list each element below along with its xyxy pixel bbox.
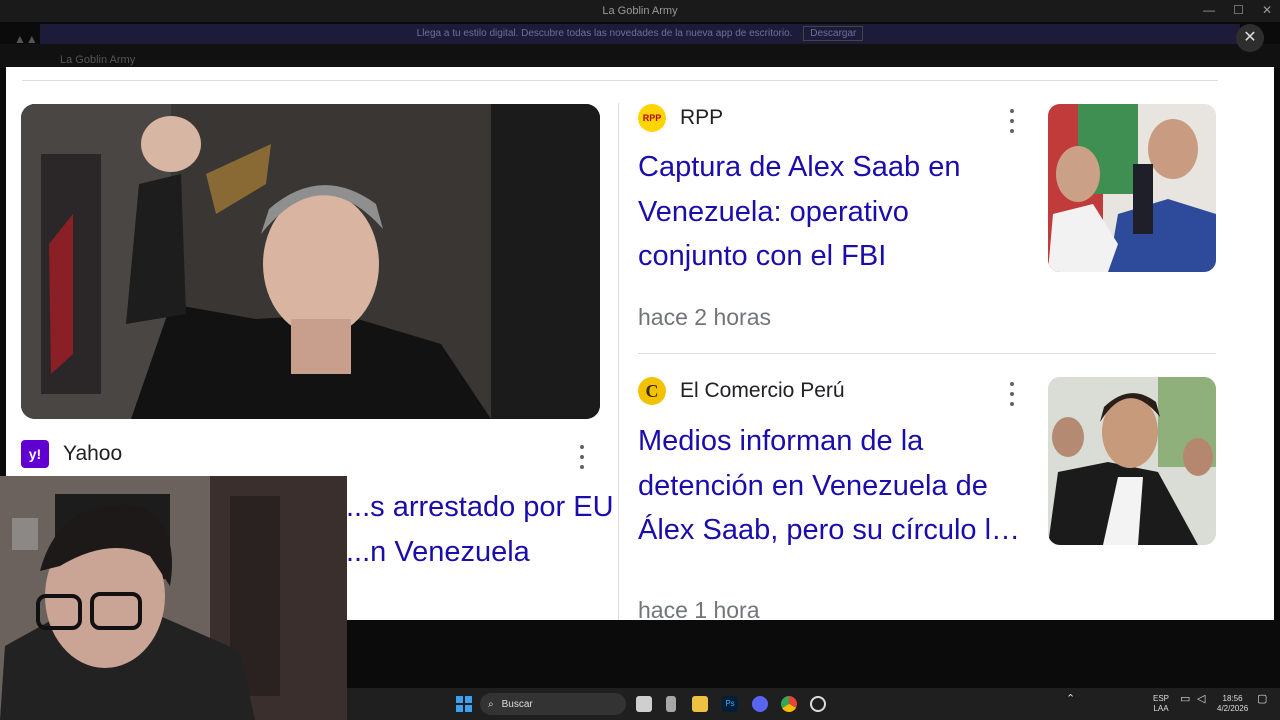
article-headline[interactable]: Captura de Alex Saab en Venezuela: opera… [638, 145, 1023, 279]
minimize-icon[interactable]: — [1203, 3, 1215, 17]
overlay-close-button[interactable]: ✕ [1236, 24, 1264, 52]
article-source: y! Yahoo [21, 440, 122, 468]
search-icon: ⌕ [488, 698, 494, 710]
window-titlebar: La Goblin Army — ☐ ✕ [0, 0, 1280, 22]
photoshop-icon[interactable]: Ps [722, 696, 738, 712]
app-icon[interactable] [666, 696, 676, 712]
more-options-icon[interactable] [1008, 382, 1016, 406]
notice-banner: Llega a tu estilo digital. Descubre toda… [40, 24, 1240, 44]
chrome-icon[interactable] [781, 696, 797, 712]
discord-icon[interactable] [752, 696, 768, 712]
keyboard-layout: LAA [1153, 704, 1169, 713]
more-options-icon[interactable] [578, 445, 586, 469]
article-time: hace 2 horas [638, 304, 771, 330]
article-source: C El Comercio Perú [638, 377, 845, 405]
taskbar-search[interactable]: ⌕ Buscar [480, 693, 626, 715]
hero-article-image[interactable] [21, 104, 600, 419]
obs-icon[interactable] [810, 696, 826, 712]
language-indicator[interactable]: ESP LAA [1153, 694, 1169, 714]
app-logo-icon: ▲▲ [14, 32, 38, 46]
chevron-up-icon[interactable]: ⌃ [1066, 694, 1075, 705]
search-placeholder: Buscar [501, 698, 533, 710]
volume-icon[interactable]: ◁ [1197, 694, 1205, 705]
file-explorer-icon[interactable] [692, 696, 708, 712]
source-name: El Comercio Perú [680, 379, 845, 402]
el-comercio-logo-icon: C [638, 377, 666, 405]
maximize-icon[interactable]: ☐ [1233, 3, 1244, 17]
app-bar: ▲▲ La Goblin Army [0, 32, 1280, 68]
divider [22, 80, 1218, 81]
article-source: RPP RPP [638, 104, 723, 132]
clock[interactable]: 18:56 4/2/2026 [1217, 694, 1248, 714]
article-headline[interactable]: Medios informan de la detención en Venez… [638, 419, 1033, 553]
rpp-logo-icon: RPP [638, 104, 666, 132]
divider [618, 103, 619, 620]
app-name: La Goblin Army [60, 54, 136, 66]
more-options-icon[interactable] [1008, 109, 1016, 133]
clock-time: 18:56 [1222, 694, 1243, 703]
notification-icon[interactable]: ▢ [1257, 694, 1267, 705]
divider [638, 353, 1216, 354]
window-title: La Goblin Army [602, 5, 678, 17]
close-icon[interactable]: ✕ [1262, 3, 1272, 17]
language-code: ESP [1153, 694, 1170, 703]
yahoo-logo-icon: y! [21, 440, 49, 468]
article-time: hace 1 hora [638, 597, 760, 620]
source-name: RPP [680, 106, 724, 129]
source-name: Yahoo [63, 442, 123, 465]
notice-text: Llega a tu estilo digital. Descubre toda… [416, 28, 793, 39]
notice-button[interactable]: Descargar [803, 26, 864, 41]
article-thumbnail[interactable] [1048, 104, 1216, 272]
article-headline[interactable]: ...s arrestado por EU ...n Venezuela [346, 485, 616, 574]
webcam-feed [0, 476, 347, 720]
headline-line: ...s arrestado por EU [346, 491, 614, 523]
windows-start-icon[interactable] [456, 696, 472, 712]
network-icon[interactable]: ▭ [1180, 694, 1190, 705]
article-thumbnail[interactable] [1048, 377, 1216, 545]
task-view-icon[interactable] [636, 696, 652, 712]
clock-date: 4/2/2026 [1217, 704, 1249, 713]
headline-line: ...n Venezuela [346, 535, 530, 568]
